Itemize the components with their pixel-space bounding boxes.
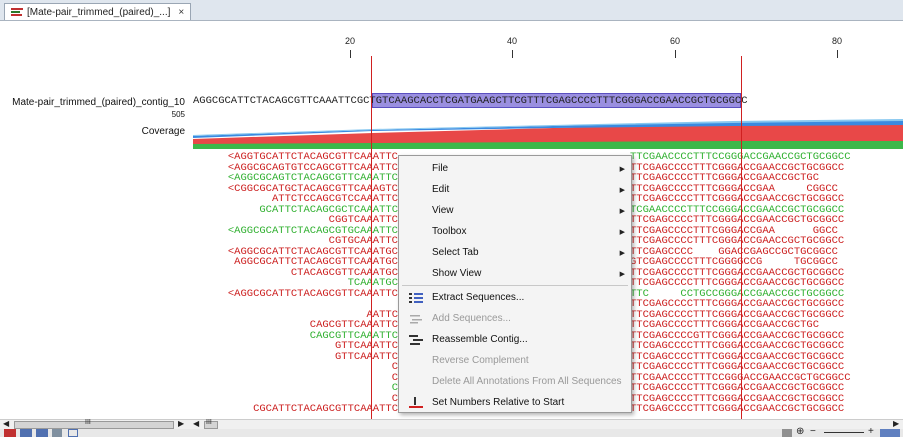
alignment-icon xyxy=(11,7,23,17)
ruler-label: 20 xyxy=(344,36,356,46)
ruler-label: 40 xyxy=(506,36,518,46)
reassemble-contig-icon xyxy=(409,334,423,346)
read-left: CGCATTCTACAGCGTTCAAATTC xyxy=(208,403,398,415)
view-table-icon[interactable] xyxy=(20,429,32,437)
menu-item-show-view[interactable]: Show View ▶ xyxy=(399,263,631,284)
scroll-right-icon[interactable]: ▶ xyxy=(893,419,899,428)
ruler-tick xyxy=(512,50,513,58)
add-sequences-icon xyxy=(409,313,423,325)
menu-item-extract-sequences[interactable]: Extract Sequences... xyxy=(399,287,631,308)
view-grid-icon[interactable] xyxy=(36,429,48,437)
menu-item-set-numbers[interactable]: Set Numbers Relative to Start xyxy=(399,392,631,413)
scroll-left-icon[interactable]: ◀ xyxy=(193,419,199,428)
zoom-out-icon[interactable]: − xyxy=(810,426,816,437)
set-numbers-icon xyxy=(409,396,423,409)
submenu-arrow-icon: ▶ xyxy=(619,228,625,236)
zoom-plus-icon[interactable]: + xyxy=(868,426,874,437)
selection-end-line xyxy=(741,56,742,419)
menu-item-label: Show View xyxy=(432,268,482,279)
menu-separator xyxy=(402,285,628,286)
zoom-slider[interactable] xyxy=(824,432,864,433)
menu-item-label: Reverse Complement xyxy=(432,355,529,366)
submenu-arrow-icon: ▶ xyxy=(619,270,625,278)
scroll-left-icon[interactable]: ◀ xyxy=(3,419,9,428)
ruler-label: 60 xyxy=(669,36,681,46)
menu-item-file[interactable]: File ▶ xyxy=(399,158,631,179)
menu-item-label: Add Sequences... xyxy=(432,313,511,324)
tab-title: [Mate-pair_trimmed_(paired)_...] xyxy=(27,6,171,18)
pan-icon[interactable] xyxy=(782,429,792,437)
submenu-arrow-icon: ▶ xyxy=(619,207,625,215)
submenu-arrow-icon: ▶ xyxy=(619,165,625,173)
bottom-toolbar: ⊕ − + xyxy=(0,426,903,437)
menu-item-reverse-complement[interactable]: Reverse Complement xyxy=(399,350,631,371)
menu-item-label: Toolbox xyxy=(432,226,467,237)
submenu-arrow-icon: ▶ xyxy=(619,249,625,257)
view-alignment-icon[interactable] xyxy=(4,429,16,437)
coverage-graph xyxy=(193,119,903,149)
coverage-label: Coverage xyxy=(141,126,185,137)
menu-item-edit[interactable]: Edit ▶ xyxy=(399,179,631,200)
menu-item-select-tab[interactable]: Select Tab ▶ xyxy=(399,242,631,263)
context-menu: File ▶ Edit ▶ View ▶ Toolbox ▶ Select Ta… xyxy=(398,155,632,413)
ruler-tick xyxy=(675,50,676,58)
menu-item-label: Edit xyxy=(432,184,450,195)
extract-sequences-icon xyxy=(409,292,423,304)
ruler-tick xyxy=(837,50,838,58)
menu-item-reassemble-contig[interactable]: Reassemble Contig... xyxy=(399,329,631,350)
editor-tab[interactable]: [Mate-pair_trimmed_(paired)_...] × xyxy=(4,3,192,20)
menu-item-toolbox[interactable]: Toolbox ▶ xyxy=(399,221,631,242)
menu-item-label: Delete All Annotations From All Sequence… xyxy=(432,376,622,387)
scroll-right-icon[interactable]: ▶ xyxy=(178,419,184,428)
read-right: TTCGAGCCCCTTTCGGGACCGAACCGCTGCGGCC xyxy=(630,403,845,415)
scroll-thumb[interactable]: III xyxy=(204,419,218,429)
menu-item-view[interactable]: View ▶ xyxy=(399,200,631,221)
menu-item-label: Set Numbers Relative to Start xyxy=(432,397,565,408)
editor-tab-bar: [Mate-pair_trimmed_(paired)_...] × xyxy=(0,0,903,21)
scroll-grip: III xyxy=(85,419,91,426)
scroll-grip: III xyxy=(206,419,212,426)
menu-item-label: Select Tab xyxy=(432,247,479,258)
read-row: CGCATTCTACAGCGTTCAAATTC TTCGAGCCCCTTTCGGG… xyxy=(193,403,844,419)
view-history-icon[interactable] xyxy=(52,429,62,437)
menu-item-label: View xyxy=(432,205,454,216)
zoom-in-icon[interactable]: ⊕ xyxy=(796,426,804,437)
consensus-sequence: AGGCGCATTCTACAGCGTTCAAATTCGCTGTCAAGCACCT… xyxy=(193,95,748,107)
ruler-tick xyxy=(350,50,351,58)
selection-start-line xyxy=(371,56,372,419)
close-icon[interactable]: × xyxy=(178,7,184,18)
menu-item-add-sequences[interactable]: Add Sequences... xyxy=(399,308,631,329)
menu-item-delete-annotations[interactable]: Delete All Annotations From All Sequence… xyxy=(399,371,631,392)
menu-item-label: Reassemble Contig... xyxy=(432,334,528,345)
scroll-thumb[interactable]: III xyxy=(14,419,174,429)
contig-name: Mate-pair_trimmed_(paired)_contig_10 xyxy=(12,97,185,108)
contig-length: 505 xyxy=(171,110,185,119)
submenu-arrow-icon: ▶ xyxy=(619,186,625,194)
fit-icon[interactable] xyxy=(880,429,900,437)
menu-item-label: Extract Sequences... xyxy=(432,292,525,303)
ruler-label: 80 xyxy=(831,36,843,46)
view-info-icon[interactable] xyxy=(68,429,78,437)
menu-item-label: File xyxy=(432,163,449,174)
